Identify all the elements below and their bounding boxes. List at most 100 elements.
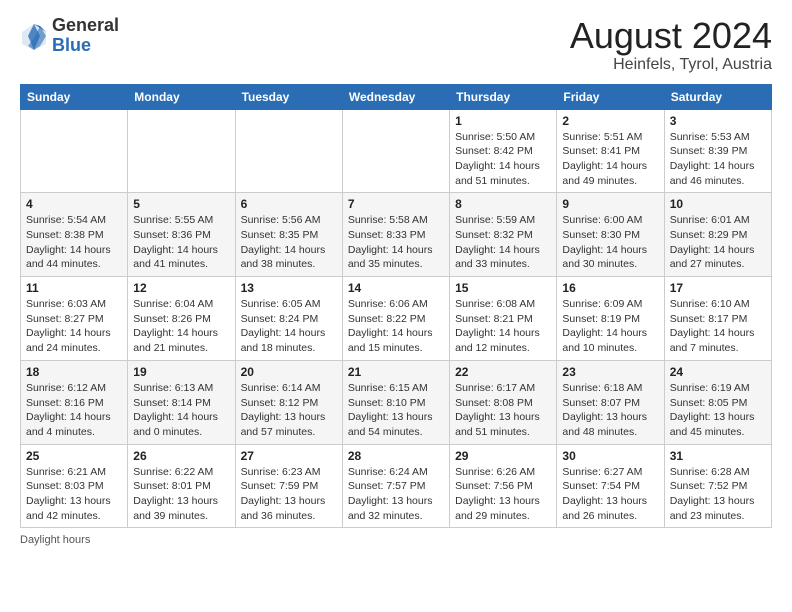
day-number: 2 <box>562 114 658 128</box>
calendar-dow-monday: Monday <box>128 84 235 109</box>
calendar-cell: 25 Sunrise: 6:21 AM Sunset: 8:03 PM Dayli… <box>21 444 128 528</box>
calendar-cell: 16 Sunrise: 6:09 AM Sunset: 8:19 PM Dayli… <box>557 277 664 361</box>
calendar-subtitle: Heinfels, Tyrol, Austria <box>570 56 772 74</box>
calendar-header: SundayMondayTuesdayWednesdayThursdayFrid… <box>21 84 772 109</box>
calendar-week-4: 18 Sunrise: 6:12 AM Sunset: 8:16 PM Dayli… <box>21 360 772 444</box>
day-number: 4 <box>26 197 122 211</box>
calendar-cell: 26 Sunrise: 6:22 AM Sunset: 8:01 PM Dayli… <box>128 444 235 528</box>
day-info: Sunrise: 6:17 AM Sunset: 8:08 PM Dayligh… <box>455 381 551 440</box>
calendar-dow-sunday: Sunday <box>21 84 128 109</box>
calendar-cell: 11Sunrise: 6:03 AM Sunset: 8:27 PM Dayli… <box>21 277 128 361</box>
day-number: 27 <box>241 449 337 463</box>
day-number: 3 <box>670 114 766 128</box>
day-info: Sunrise: 6:15 AM Sunset: 8:10 PM Dayligh… <box>348 381 444 440</box>
calendar-cell: 5 Sunrise: 5:55 AM Sunset: 8:36 PM Daylig… <box>128 193 235 277</box>
page: General Blue August 2024 Heinfels, Tyrol… <box>0 0 792 556</box>
day-info: Sunrise: 5:54 AM Sunset: 8:38 PM Dayligh… <box>26 213 122 272</box>
calendar-table: SundayMondayTuesdayWednesdayThursdayFrid… <box>20 84 772 529</box>
calendar-cell: 3 Sunrise: 5:53 AM Sunset: 8:39 PM Daylig… <box>664 109 771 193</box>
calendar-header-row: SundayMondayTuesdayWednesdayThursdayFrid… <box>21 84 772 109</box>
calendar-cell: 4 Sunrise: 5:54 AM Sunset: 8:38 PM Daylig… <box>21 193 128 277</box>
calendar-cell: 8Sunrise: 5:59 AM Sunset: 8:32 PM Daylig… <box>450 193 557 277</box>
day-info: Sunrise: 6:12 AM Sunset: 8:16 PM Dayligh… <box>26 381 122 440</box>
logo: General Blue <box>20 16 119 56</box>
day-number: 5 <box>133 197 229 211</box>
calendar-cell: 14 Sunrise: 6:06 AM Sunset: 8:22 PM Dayli… <box>342 277 449 361</box>
calendar-week-1: 1 Sunrise: 5:50 AM Sunset: 8:42 PM Daylig… <box>21 109 772 193</box>
day-number: 31 <box>670 449 766 463</box>
title-block: August 2024 Heinfels, Tyrol, Austria <box>570 16 772 74</box>
day-info: Sunrise: 6:13 AM Sunset: 8:14 PM Dayligh… <box>133 381 229 440</box>
calendar-dow-saturday: Saturday <box>664 84 771 109</box>
day-info: Sunrise: 6:04 AM Sunset: 8:26 PM Dayligh… <box>133 297 229 356</box>
calendar-dow-thursday: Thursday <box>450 84 557 109</box>
day-number: 1 <box>455 114 551 128</box>
day-number: 23 <box>562 365 658 379</box>
calendar-dow-tuesday: Tuesday <box>235 84 342 109</box>
footer-note: Daylight hours <box>20 534 772 546</box>
day-number: 26 <box>133 449 229 463</box>
day-info: Sunrise: 6:09 AM Sunset: 8:19 PM Dayligh… <box>562 297 658 356</box>
day-number: 29 <box>455 449 551 463</box>
calendar-cell: 17Sunrise: 6:10 AM Sunset: 8:17 PM Dayli… <box>664 277 771 361</box>
day-info: Sunrise: 6:28 AM Sunset: 7:52 PM Dayligh… <box>670 465 766 524</box>
calendar-cell: 10 Sunrise: 6:01 AM Sunset: 8:29 PM Dayli… <box>664 193 771 277</box>
day-info: Sunrise: 6:03 AM Sunset: 8:27 PM Dayligh… <box>26 297 122 356</box>
day-number: 30 <box>562 449 658 463</box>
calendar-cell: 13 Sunrise: 6:05 AM Sunset: 8:24 PM Dayli… <box>235 277 342 361</box>
calendar-cell <box>128 109 235 193</box>
day-info: Sunrise: 6:21 AM Sunset: 8:03 PM Dayligh… <box>26 465 122 524</box>
calendar-cell: 1 Sunrise: 5:50 AM Sunset: 8:42 PM Daylig… <box>450 109 557 193</box>
calendar-title: August 2024 <box>570 16 772 56</box>
day-info: Sunrise: 6:22 AM Sunset: 8:01 PM Dayligh… <box>133 465 229 524</box>
calendar-cell: 12 Sunrise: 6:04 AM Sunset: 8:26 PM Dayli… <box>128 277 235 361</box>
day-info: Sunrise: 5:53 AM Sunset: 8:39 PM Dayligh… <box>670 130 766 189</box>
calendar-cell: 7 Sunrise: 5:58 AM Sunset: 8:33 PM Daylig… <box>342 193 449 277</box>
day-number: 13 <box>241 281 337 295</box>
day-info: Sunrise: 6:24 AM Sunset: 7:57 PM Dayligh… <box>348 465 444 524</box>
day-number: 19 <box>133 365 229 379</box>
calendar-cell: 31 Sunrise: 6:28 AM Sunset: 7:52 PM Dayli… <box>664 444 771 528</box>
day-info: Sunrise: 6:23 AM Sunset: 7:59 PM Dayligh… <box>241 465 337 524</box>
calendar-cell <box>21 109 128 193</box>
day-number: 21 <box>348 365 444 379</box>
day-number: 16 <box>562 281 658 295</box>
calendar-cell: 6Sunrise: 5:56 AM Sunset: 8:35 PM Daylig… <box>235 193 342 277</box>
day-info: Sunrise: 6:14 AM Sunset: 8:12 PM Dayligh… <box>241 381 337 440</box>
calendar-cell: 29Sunrise: 6:26 AM Sunset: 7:56 PM Dayli… <box>450 444 557 528</box>
calendar-cell: 15Sunrise: 6:08 AM Sunset: 8:21 PM Dayli… <box>450 277 557 361</box>
day-number: 10 <box>670 197 766 211</box>
calendar-cell: 23 Sunrise: 6:18 AM Sunset: 8:07 PM Dayli… <box>557 360 664 444</box>
day-info: Sunrise: 6:27 AM Sunset: 7:54 PM Dayligh… <box>562 465 658 524</box>
day-number: 22 <box>455 365 551 379</box>
day-number: 8 <box>455 197 551 211</box>
day-info: Sunrise: 5:55 AM Sunset: 8:36 PM Dayligh… <box>133 213 229 272</box>
calendar-week-5: 25 Sunrise: 6:21 AM Sunset: 8:03 PM Dayli… <box>21 444 772 528</box>
day-number: 7 <box>348 197 444 211</box>
day-info: Sunrise: 5:58 AM Sunset: 8:33 PM Dayligh… <box>348 213 444 272</box>
calendar-dow-wednesday: Wednesday <box>342 84 449 109</box>
day-info: Sunrise: 6:19 AM Sunset: 8:05 PM Dayligh… <box>670 381 766 440</box>
day-info: Sunrise: 6:05 AM Sunset: 8:24 PM Dayligh… <box>241 297 337 356</box>
logo-text: General Blue <box>52 16 119 56</box>
day-info: Sunrise: 6:18 AM Sunset: 8:07 PM Dayligh… <box>562 381 658 440</box>
calendar-cell: 24Sunrise: 6:19 AM Sunset: 8:05 PM Dayli… <box>664 360 771 444</box>
calendar-cell: 22 Sunrise: 6:17 AM Sunset: 8:08 PM Dayli… <box>450 360 557 444</box>
calendar-week-3: 11Sunrise: 6:03 AM Sunset: 8:27 PM Dayli… <box>21 277 772 361</box>
day-number: 12 <box>133 281 229 295</box>
calendar-cell: 19 Sunrise: 6:13 AM Sunset: 8:14 PM Dayli… <box>128 360 235 444</box>
day-number: 18 <box>26 365 122 379</box>
calendar-cell: 2Sunrise: 5:51 AM Sunset: 8:41 PM Daylig… <box>557 109 664 193</box>
day-info: Sunrise: 5:50 AM Sunset: 8:42 PM Dayligh… <box>455 130 551 189</box>
day-info: Sunrise: 6:10 AM Sunset: 8:17 PM Dayligh… <box>670 297 766 356</box>
calendar-cell: 28Sunrise: 6:24 AM Sunset: 7:57 PM Dayli… <box>342 444 449 528</box>
day-info: Sunrise: 6:01 AM Sunset: 8:29 PM Dayligh… <box>670 213 766 272</box>
day-info: Sunrise: 6:06 AM Sunset: 8:22 PM Dayligh… <box>348 297 444 356</box>
calendar-body: 1 Sunrise: 5:50 AM Sunset: 8:42 PM Daylig… <box>21 109 772 528</box>
day-number: 25 <box>26 449 122 463</box>
calendar-week-2: 4 Sunrise: 5:54 AM Sunset: 8:38 PM Daylig… <box>21 193 772 277</box>
calendar-cell <box>235 109 342 193</box>
calendar-cell: 21 Sunrise: 6:15 AM Sunset: 8:10 PM Dayli… <box>342 360 449 444</box>
calendar-cell: 20Sunrise: 6:14 AM Sunset: 8:12 PM Dayli… <box>235 360 342 444</box>
day-number: 14 <box>348 281 444 295</box>
